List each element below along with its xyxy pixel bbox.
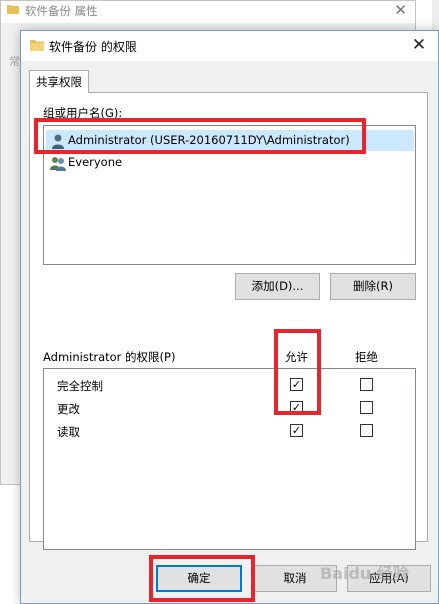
group-or-user-label: 组或用户名(G): <box>43 106 123 120</box>
background-titlebar: 软件备份 属性 ✕ <box>1 1 415 23</box>
folder-icon <box>7 5 19 14</box>
close-icon[interactable]: ✕ <box>406 34 432 56</box>
background-tab-fragment: 常 <box>9 55 20 68</box>
list-item-administrator[interactable]: Administrator (USER-20160711DY\Administr… <box>46 130 414 151</box>
permissions-table: 完全控制 ✓ 更改 ✓ 读取 ✓ <box>43 368 416 550</box>
allow-column-header: 允许 <box>285 350 308 364</box>
permission-name: 更改 <box>57 402 80 416</box>
background-close-icon[interactable]: ✕ <box>394 1 407 19</box>
group-users-icon <box>50 157 66 171</box>
deny-checkbox-full-control[interactable] <box>360 378 373 391</box>
permission-row: 更改 ✓ <box>44 397 415 419</box>
folder-icon <box>30 40 44 51</box>
allow-checkbox-change[interactable]: ✓ <box>290 401 303 414</box>
tab-panel: 组或用户名(G): Administrator (USER-20160711DY… <box>29 92 428 550</box>
user-icon <box>52 134 64 149</box>
watermark: Baidu 经验 <box>320 564 409 583</box>
user-list[interactable]: Administrator (USER-20160711DY\Administr… <box>43 125 416 265</box>
permissions-dialog: 软件备份 的权限 ✕ 共享权限 组或用户名(G): Administrator … <box>20 30 439 604</box>
permission-row: 读取 ✓ <box>44 420 415 442</box>
permission-name: 完全控制 <box>57 379 103 393</box>
allow-checkbox-read[interactable]: ✓ <box>290 424 303 437</box>
background-window-title: 软件备份 属性 <box>25 4 98 18</box>
list-item-label: Everyone <box>68 155 123 169</box>
dialog-titlebar: 软件备份 的权限 ✕ <box>21 31 438 61</box>
permission-name: 读取 <box>57 425 80 439</box>
deny-checkbox-change[interactable] <box>360 401 373 414</box>
deny-checkbox-read[interactable] <box>360 424 373 437</box>
list-item-everyone[interactable]: Everyone <box>46 152 414 173</box>
permission-row: 完全控制 ✓ <box>44 374 415 396</box>
allow-checkbox-full-control[interactable]: ✓ <box>290 378 303 391</box>
deny-column-header: 拒绝 <box>355 350 378 364</box>
list-item-label: Administrator (USER-20160711DY\Administr… <box>68 133 350 147</box>
permissions-label: Administrator 的权限(P) <box>43 350 176 364</box>
add-button[interactable]: 添加(D)... <box>235 273 320 300</box>
tab-share-permissions[interactable]: 共享权限 <box>29 70 89 93</box>
ok-button[interactable]: 确定 <box>156 565 242 592</box>
remove-button[interactable]: 删除(R) <box>330 273 416 300</box>
dialog-title: 软件备份 的权限 <box>49 40 137 54</box>
